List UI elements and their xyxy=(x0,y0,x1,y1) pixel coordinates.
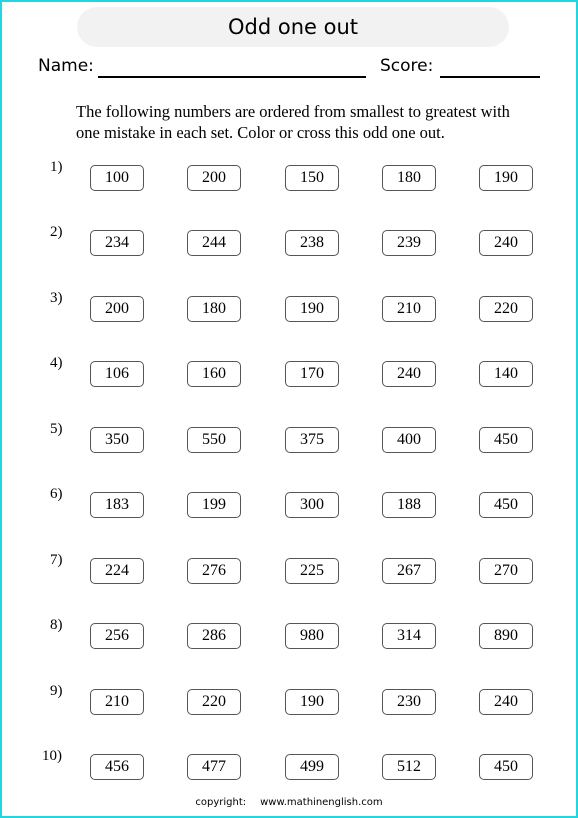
footer: copyright: www.mathinenglish.com xyxy=(0,797,578,808)
question-number: 2) xyxy=(50,224,63,240)
number-box[interactable]: 314 xyxy=(382,623,436,649)
name-label: Name: xyxy=(38,56,94,76)
worksheet-title: Odd one out xyxy=(77,7,509,47)
copyright-label: copyright: xyxy=(195,797,247,808)
number-box[interactable]: 477 xyxy=(187,754,241,780)
number-box[interactable]: 375 xyxy=(285,427,339,453)
number-box[interactable]: 267 xyxy=(382,558,436,584)
number-box[interactable]: 276 xyxy=(187,558,241,584)
number-box[interactable]: 180 xyxy=(187,296,241,322)
number-box[interactable]: 239 xyxy=(382,230,436,256)
number-box[interactable]: 240 xyxy=(479,689,533,715)
question-row: 5) 350 550 375 400 450 xyxy=(0,421,578,453)
number-box[interactable]: 456 xyxy=(90,754,144,780)
number-box[interactable]: 512 xyxy=(382,754,436,780)
question-number: 7) xyxy=(50,552,63,568)
question-row: 4) 106 160 170 240 140 xyxy=(0,355,578,387)
number-box[interactable]: 100 xyxy=(90,165,144,191)
score-field-line[interactable] xyxy=(440,76,540,78)
question-row: 6) 183 199 300 188 450 xyxy=(0,486,578,518)
number-box[interactable]: 300 xyxy=(285,492,339,518)
number-box[interactable]: 230 xyxy=(382,689,436,715)
number-box[interactable]: 286 xyxy=(187,623,241,649)
number-box[interactable]: 350 xyxy=(90,427,144,453)
question-number: 10) xyxy=(42,748,62,764)
number-box[interactable]: 244 xyxy=(187,230,241,256)
number-box[interactable]: 183 xyxy=(90,492,144,518)
question-row: 2) 234 244 238 239 240 xyxy=(0,224,578,256)
number-box[interactable]: 890 xyxy=(479,623,533,649)
number-box[interactable]: 188 xyxy=(382,492,436,518)
website-link[interactable]: www.mathinenglish.com xyxy=(260,797,383,808)
number-box[interactable]: 450 xyxy=(479,754,533,780)
question-row: 7) 224 276 225 267 270 xyxy=(0,552,578,584)
number-box[interactable]: 450 xyxy=(479,427,533,453)
question-number: 8) xyxy=(50,617,63,633)
question-row: 1) 100 200 150 180 190 xyxy=(0,159,578,191)
number-box[interactable]: 240 xyxy=(479,230,533,256)
question-number: 5) xyxy=(50,421,63,437)
number-box[interactable]: 499 xyxy=(285,754,339,780)
number-box[interactable]: 980 xyxy=(285,623,339,649)
score-label: Score: xyxy=(380,56,434,76)
question-row: 10) 456 477 499 512 450 xyxy=(0,748,578,780)
instructions-text: The following numbers are ordered from s… xyxy=(76,102,510,142)
number-box[interactable]: 106 xyxy=(90,361,144,387)
question-row: 9) 210 220 190 230 240 xyxy=(0,683,578,715)
name-field-line[interactable] xyxy=(98,76,366,78)
number-box[interactable]: 256 xyxy=(90,623,144,649)
question-row: 8) 256 286 980 314 890 xyxy=(0,617,578,649)
number-box[interactable]: 210 xyxy=(90,689,144,715)
number-box[interactable]: 190 xyxy=(285,689,339,715)
number-box[interactable]: 150 xyxy=(285,165,339,191)
question-number: 9) xyxy=(50,683,63,699)
number-box[interactable]: 550 xyxy=(187,427,241,453)
number-box[interactable]: 200 xyxy=(187,165,241,191)
number-box[interactable]: 400 xyxy=(382,427,436,453)
question-number: 6) xyxy=(50,486,63,502)
number-box[interactable]: 234 xyxy=(90,230,144,256)
number-box[interactable]: 170 xyxy=(285,361,339,387)
number-box[interactable]: 190 xyxy=(285,296,339,322)
number-box[interactable]: 200 xyxy=(90,296,144,322)
number-box[interactable]: 180 xyxy=(382,165,436,191)
number-box[interactable]: 450 xyxy=(479,492,533,518)
number-box[interactable]: 160 xyxy=(187,361,241,387)
number-box[interactable]: 210 xyxy=(382,296,436,322)
number-box[interactable]: 270 xyxy=(479,558,533,584)
number-box[interactable]: 220 xyxy=(479,296,533,322)
question-number: 1) xyxy=(50,159,63,175)
number-box[interactable]: 190 xyxy=(479,165,533,191)
number-box[interactable]: 225 xyxy=(285,558,339,584)
number-box[interactable]: 238 xyxy=(285,230,339,256)
number-box[interactable]: 199 xyxy=(187,492,241,518)
question-row: 3) 200 180 190 210 220 xyxy=(0,290,578,322)
number-box[interactable]: 240 xyxy=(382,361,436,387)
question-number: 3) xyxy=(50,290,63,306)
question-number: 4) xyxy=(50,355,63,371)
number-box[interactable]: 140 xyxy=(479,361,533,387)
number-box[interactable]: 220 xyxy=(187,689,241,715)
number-box[interactable]: 224 xyxy=(90,558,144,584)
